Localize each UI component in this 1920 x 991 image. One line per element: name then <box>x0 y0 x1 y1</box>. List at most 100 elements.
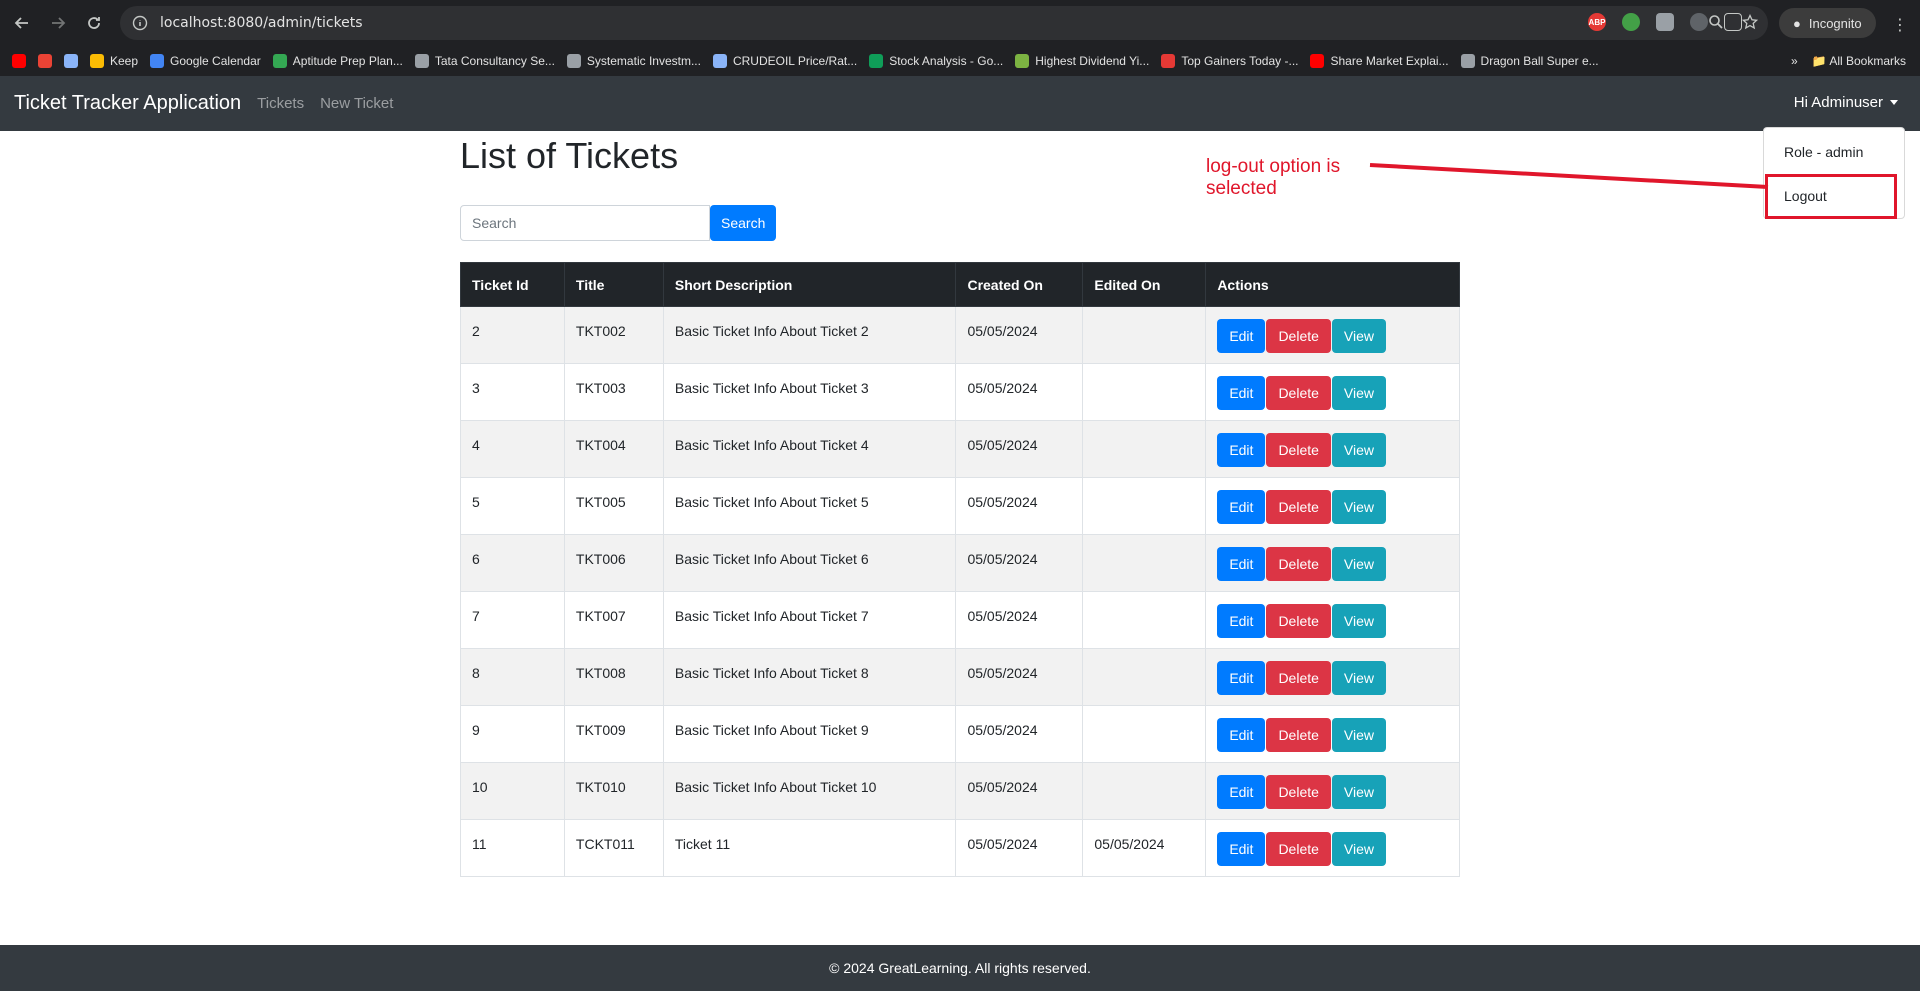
dropdown-item-role[interactable]: Role - admin <box>1764 136 1904 168</box>
cell-title: TKT008 <box>563 648 664 706</box>
delete-button[interactable]: Delete <box>1266 319 1331 353</box>
incognito-icon: ● <box>1793 15 1801 31</box>
delete-button[interactable]: Delete <box>1266 661 1331 695</box>
edit-button[interactable]: Edit <box>1217 661 1266 695</box>
cell-desc: Basic Ticket Info About Ticket 9 <box>662 705 957 763</box>
cell-title: TCKT011 <box>563 819 664 877</box>
column-header: Actions <box>1205 262 1460 307</box>
reload-icon[interactable] <box>80 9 108 37</box>
cell-created: 05/05/2024 <box>955 819 1084 877</box>
nav-link-tickets[interactable]: Tickets <box>257 95 304 112</box>
view-button[interactable]: View <box>1331 832 1386 866</box>
delete-button[interactable]: Delete <box>1266 718 1331 752</box>
bookmark-favicon-icon <box>272 54 287 68</box>
annotation-highlight-box <box>1765 174 1897 219</box>
search-form: Search <box>460 205 1460 241</box>
table-row: 7 TKT007 Basic Ticket Info About Ticket 70… <box>460 591 1460 649</box>
cell-actions: Edit Delete View <box>1205 705 1460 763</box>
edit-button[interactable]: Edit <box>1217 832 1266 866</box>
view-button[interactable]: View <box>1331 775 1386 809</box>
view-button[interactable]: View <box>1331 376 1386 410</box>
view-button[interactable]: View <box>1331 547 1386 581</box>
view-button[interactable]: View <box>1331 319 1386 353</box>
bookmark-item[interactable]: Top Gainers Today -... <box>1161 54 1298 68</box>
bookmark-favicon-icon <box>414 54 429 68</box>
delete-button[interactable]: Delete <box>1266 775 1331 809</box>
view-button[interactable]: View <box>1331 490 1386 524</box>
cell-title: TKT009 <box>563 705 664 763</box>
brand[interactable]: Ticket Tracker Application <box>14 92 241 115</box>
forward-icon[interactable] <box>44 9 72 37</box>
cell-created: 05/05/2024 <box>955 705 1084 763</box>
edit-button[interactable]: Edit <box>1217 775 1266 809</box>
table-row: 9 TKT009 Basic Ticket Info About Ticket 90… <box>460 705 1460 763</box>
delete-button[interactable]: Delete <box>1266 433 1331 467</box>
delete-button[interactable]: Delete <box>1266 604 1331 638</box>
app-navbar: Ticket Tracker Application Tickets New T… <box>0 76 1920 131</box>
incognito-badge[interactable]: ● Incognito <box>1779 8 1876 38</box>
extension-icon[interactable] <box>1656 13 1674 31</box>
edit-button[interactable]: Edit <box>1217 547 1266 581</box>
edit-button[interactable]: Edit <box>1217 319 1266 353</box>
extension-icon[interactable] <box>1690 13 1708 31</box>
delete-button[interactable]: Delete <box>1266 832 1331 866</box>
view-button[interactable]: View <box>1331 718 1386 752</box>
bookmark-item[interactable]: Aptitude Prep Plan... <box>272 54 403 68</box>
address-bar[interactable]: localhost:8080/admin/tickets <box>120 6 1768 40</box>
delete-button[interactable]: Delete <box>1266 376 1331 410</box>
cell-desc: Basic Ticket Info About Ticket 4 <box>662 420 957 478</box>
edit-button[interactable]: Edit <box>1217 604 1266 638</box>
edit-button[interactable]: Edit <box>1217 376 1266 410</box>
table-row: 5 TKT005 Basic Ticket Info About Ticket 50… <box>460 477 1460 535</box>
cell-edited <box>1082 762 1207 820</box>
cell-desc: Basic Ticket Info About Ticket 8 <box>662 648 957 706</box>
search-input[interactable] <box>460 205 710 241</box>
bookmark-item[interactable]: CRUDEOIL Price/Rat... <box>712 54 857 68</box>
edit-button[interactable]: Edit <box>1217 433 1266 467</box>
search-button[interactable]: Search <box>710 205 777 241</box>
site-info-icon[interactable] <box>132 15 148 31</box>
view-button[interactable]: View <box>1331 433 1386 467</box>
cell-title: TKT005 <box>563 477 664 535</box>
bookmark-item[interactable]: Tata Consultancy Se... <box>414 54 555 68</box>
user-menu-toggle[interactable]: Hi Adminuser <box>1794 94 1898 111</box>
bookmark-item[interactable] <box>64 54 78 68</box>
cell-created: 05/05/2024 <box>955 591 1084 649</box>
bookmark-item[interactable]: Stock Analysis - Go... <box>869 54 1003 68</box>
extension-icon[interactable] <box>1622 13 1640 31</box>
bookmark-favicon-icon <box>1310 54 1325 68</box>
bookmark-item[interactable]: Share Market Explai... <box>1310 54 1449 68</box>
bookmark-item[interactable]: Highest Dividend Yi... <box>1015 54 1149 68</box>
puzzle-icon[interactable] <box>1724 13 1742 31</box>
cell-id: 3 <box>460 363 565 421</box>
more-bookmarks-icon[interactable]: » <box>1791 54 1798 68</box>
delete-button[interactable]: Delete <box>1266 490 1331 524</box>
bookmark-item[interactable] <box>38 54 52 68</box>
edit-button[interactable]: Edit <box>1217 490 1266 524</box>
delete-button[interactable]: Delete <box>1266 547 1331 581</box>
bookmark-item[interactable]: Google Calendar <box>150 54 261 68</box>
cell-actions: Edit Delete View <box>1205 477 1460 535</box>
cell-edited <box>1082 705 1207 763</box>
cell-edited <box>1082 534 1207 592</box>
cell-id: 10 <box>460 762 565 820</box>
bookmark-favicon-icon <box>566 54 581 68</box>
view-button[interactable]: View <box>1331 604 1386 638</box>
view-button[interactable]: View <box>1331 661 1386 695</box>
bookmark-item[interactable]: Keep <box>90 54 138 68</box>
browser-menu-icon[interactable]: ⋮ <box>1892 15 1908 35</box>
bookmark-item[interactable] <box>12 54 26 68</box>
bookmark-item[interactable]: Systematic Investm... <box>566 54 701 68</box>
url-text: localhost:8080/admin/tickets <box>160 15 363 31</box>
edit-button[interactable]: Edit <box>1217 718 1266 752</box>
cell-title: TKT002 <box>563 306 664 364</box>
adblock-extension-icon[interactable]: ABP <box>1588 13 1606 31</box>
nav-link-new-ticket[interactable]: New Ticket <box>320 95 393 112</box>
cell-id: 2 <box>460 306 565 364</box>
caret-down-icon <box>1890 100 1898 105</box>
bookmark-item[interactable]: Dragon Ball Super e... <box>1460 54 1599 68</box>
back-icon[interactable] <box>8 9 36 37</box>
bookmark-star-icon[interactable] <box>1742 14 1758 30</box>
column-header: Created On <box>955 262 1084 307</box>
all-bookmarks[interactable]: 📁 All Bookmarks <box>1812 54 1906 68</box>
